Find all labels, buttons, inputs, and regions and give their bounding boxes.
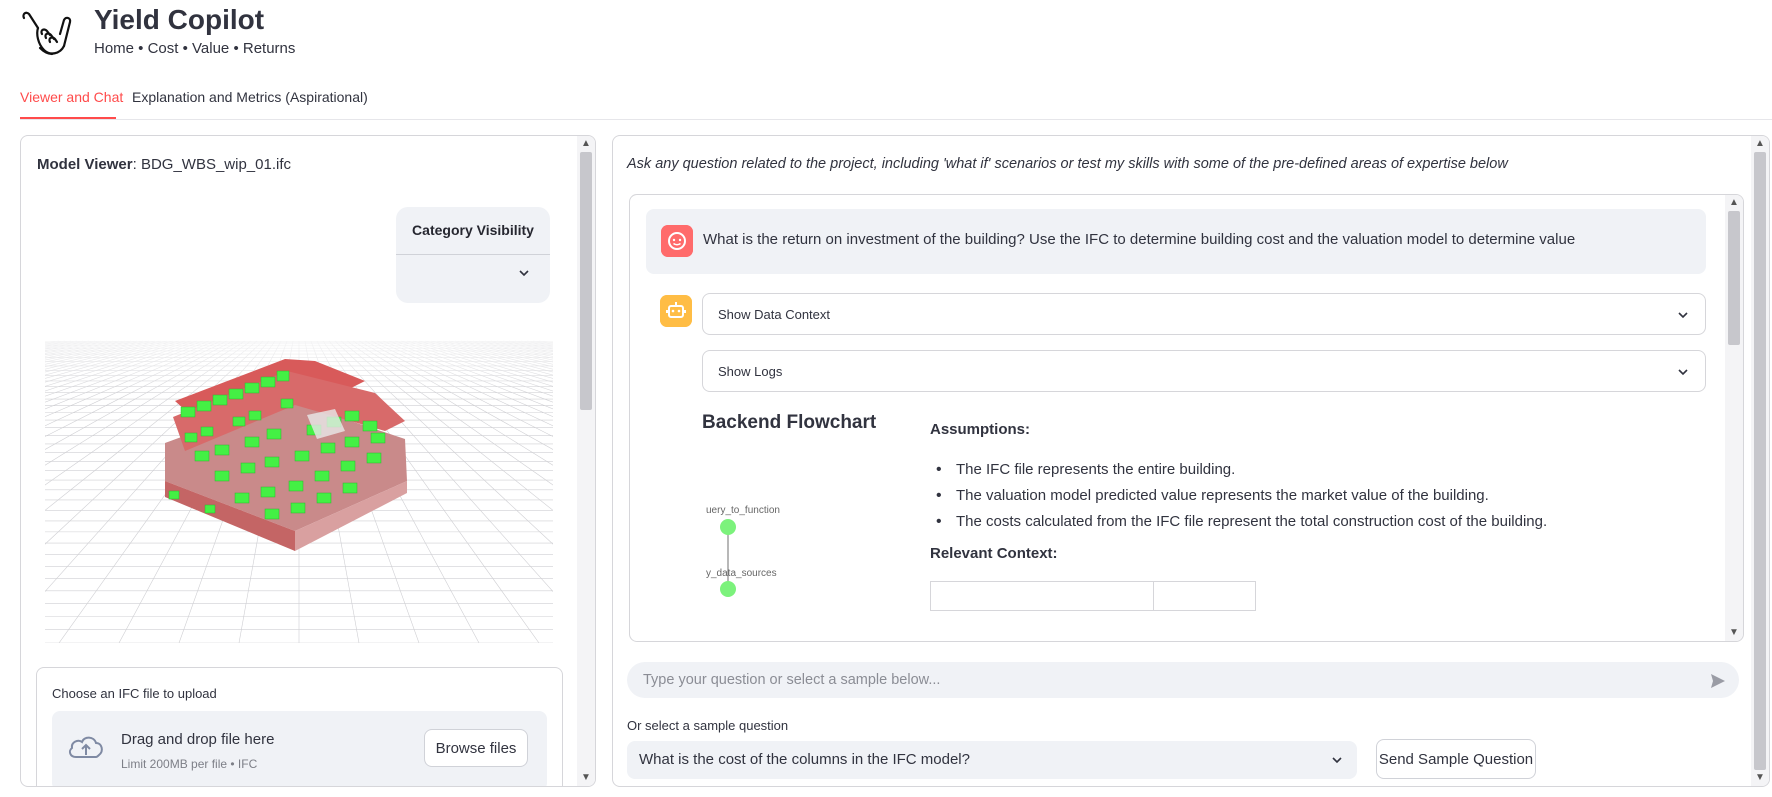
category-visibility-title: Category Visibility (412, 222, 534, 238)
active-tab-indicator (20, 117, 116, 119)
send-icon[interactable] (1709, 672, 1727, 690)
dropzone-limit-text: Limit 200MB per file • IFC (121, 757, 258, 771)
chat-input[interactable] (627, 662, 1739, 698)
tab-explanation-and-metrics[interactable]: Explanation and Metrics (Aspirational) (132, 89, 368, 105)
uploader-label: Choose an IFC file to upload (52, 686, 217, 701)
backend-flowchart: uery_to_function y_data_sources (706, 505, 780, 597)
chat-panel: Ask any question related to the project,… (612, 135, 1770, 787)
send-sample-question-button[interactable]: Send Sample Question (1376, 739, 1536, 779)
file-uploader: Choose an IFC file to upload Drag and dr… (36, 667, 563, 786)
left-panel-scrollbar[interactable]: ▲ ▼ (577, 136, 595, 786)
dropzone-title: Drag and drop file here (121, 731, 275, 748)
browse-files-button[interactable]: Browse files (424, 729, 528, 767)
sample-question-label: Or select a sample question (627, 718, 789, 733)
scroll-down-arrow-icon[interactable]: ▼ (577, 770, 595, 786)
app-subtitle: Home • Cost • Value • Returns (94, 40, 296, 57)
scroll-thumb[interactable] (1754, 152, 1766, 770)
expander-label: Show Logs (718, 364, 783, 379)
user-avatar-icon (661, 225, 693, 257)
app-title: Yield Copilot (94, 4, 265, 35)
flowchart-node (720, 519, 736, 535)
show-data-context-expander[interactable]: Show Data Context (702, 293, 1706, 335)
user-message-text: What is the return on investment of the … (703, 231, 1576, 248)
show-logs-expander[interactable]: Show Logs (702, 350, 1706, 392)
relevant-context-table (930, 581, 1256, 611)
chevron-down-icon[interactable] (516, 265, 532, 281)
scroll-down-arrow-icon[interactable]: ▼ (1725, 625, 1743, 641)
right-panel-scrollbar[interactable]: ▲ ▼ (1751, 136, 1769, 786)
assumptions-title: Assumptions: (930, 421, 1031, 438)
file-dropzone[interactable]: Drag and drop file here Limit 200MB per … (52, 711, 547, 786)
sample-question-select[interactable]: What is the cost of the columns in the I… (627, 741, 1357, 779)
sample-question-selected: What is the cost of the columns in the I… (639, 751, 970, 768)
flowchart-node-label: uery_to_function (706, 505, 780, 516)
user-message: What is the return on investment of the … (646, 209, 1706, 274)
expander-label: Show Data Context (718, 307, 831, 322)
model-viewer-label: Model Viewer: BDG_WBS_wip_01.ifc (37, 156, 291, 173)
chat-intro-text: Ask any question related to the project,… (627, 156, 1508, 172)
backend-flowchart-title: Backend Flowchart (702, 412, 877, 433)
model-viewer-panel: Model Viewer: BDG_WBS_wip_01.ifc Categor… (20, 135, 596, 787)
table-column-divider (1153, 582, 1154, 610)
scroll-up-arrow-icon[interactable]: ▲ (577, 136, 595, 152)
category-visibility-card: Category Visibility (396, 207, 550, 303)
scroll-up-arrow-icon[interactable]: ▲ (1751, 136, 1769, 152)
scroll-down-arrow-icon[interactable]: ▼ (1751, 770, 1769, 786)
shaka-hand-icon (22, 11, 72, 56)
cloud-upload-icon (68, 736, 103, 758)
divider (396, 254, 550, 255)
tab-viewer-and-chat[interactable]: Viewer and Chat (20, 89, 123, 105)
tab-bar: Viewer and Chat Explanation and Metrics … (20, 84, 1772, 120)
3d-model-canvas[interactable] (45, 321, 553, 643)
assumption-item: The IFC file represents the entire build… (930, 457, 1630, 483)
relevant-context-title: Relevant Context: (930, 545, 1058, 562)
flowchart-node (720, 581, 736, 597)
chat-history: What is the return on investment of the … (629, 194, 1744, 642)
chevron-down-icon (1678, 369, 1688, 376)
model-viewer-label-prefix: Model Viewer (37, 156, 133, 173)
model-file-name: BDG_WBS_wip_01.ifc (140, 156, 291, 173)
model-viewer-label-separator: : (132, 156, 137, 173)
assumptions-list: The IFC file represents the entire build… (930, 457, 1630, 535)
flowchart-node-label: y_data_sources (706, 568, 777, 579)
scroll-thumb[interactable] (1728, 211, 1740, 345)
scroll-thumb[interactable] (580, 152, 592, 410)
bot-avatar-icon (660, 295, 692, 327)
chevron-down-icon (1678, 312, 1688, 319)
assumption-item: The valuation model predicted value repr… (930, 483, 1630, 509)
chat-history-scrollbar[interactable]: ▲ ▼ (1725, 195, 1743, 641)
scroll-up-arrow-icon[interactable]: ▲ (1725, 195, 1743, 211)
assumption-item: The costs calculated from the IFC file r… (930, 509, 1630, 535)
chevron-down-icon (1332, 757, 1342, 764)
